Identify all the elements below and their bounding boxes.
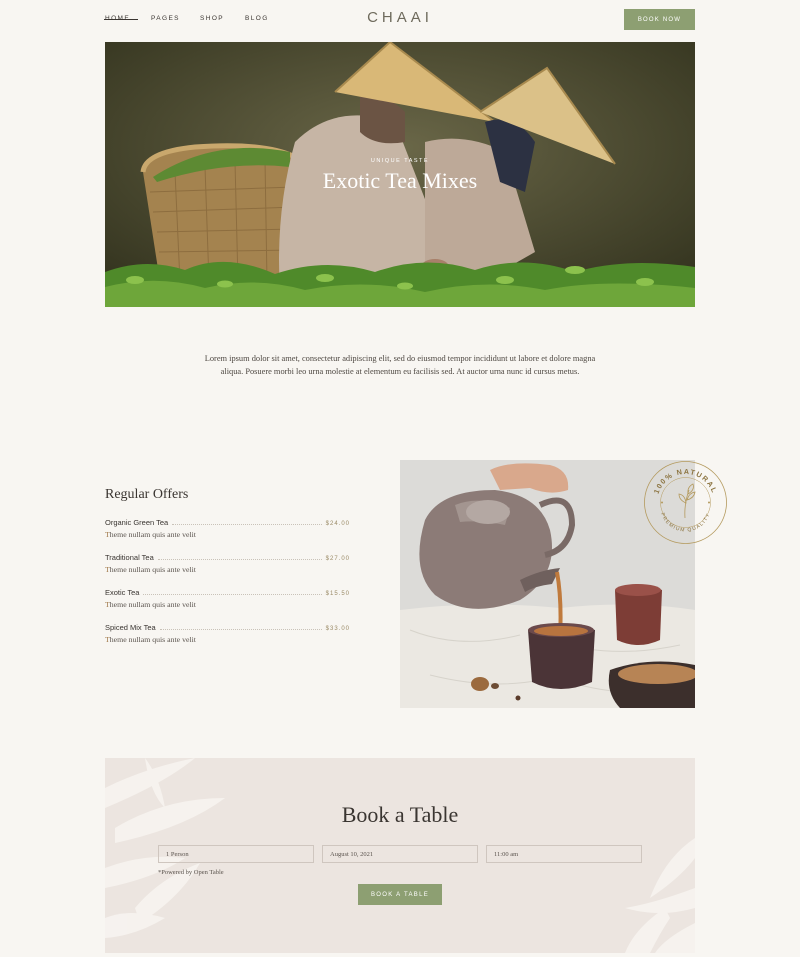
offer-item: Traditional Tea $27.00 Theme nullam quis… [105, 553, 350, 574]
book-table-section: Book a Table 1 Person August 10, 2021 11… [105, 758, 695, 953]
offer-divider [172, 524, 322, 525]
offer-price: $24.00 [325, 521, 350, 527]
offer-price: $33.00 [325, 626, 350, 632]
offer-description: Theme nullam quis ante velit [105, 600, 196, 609]
natural-quality-badge: 100% NATURAL PREMIUM QUALITY [644, 461, 727, 544]
intro-text: Lorem ipsum dolor sit amet, consectetur … [204, 354, 596, 376]
offer-name: Exotic Tea [105, 588, 140, 597]
offer-name: Spiced Mix Tea [105, 623, 156, 632]
party-size-select[interactable]: 1 Person [158, 845, 314, 863]
offer-divider [157, 559, 322, 560]
offers-title: Regular Offers [105, 487, 189, 502]
book-now-button[interactable]: Book Now [624, 9, 695, 30]
offer-name: Organic Green Tea [105, 518, 169, 527]
badge-bottom-text: PREMIUM QUALITY [659, 512, 710, 534]
time-select[interactable]: 11:00 am [486, 845, 642, 863]
badge-top-text: 100% NATURAL [652, 467, 718, 495]
offer-description: Theme nullam quis ante velit [105, 530, 196, 539]
offer-item: Spiced Mix Tea $33.00 Theme nullam quis … [105, 623, 350, 644]
date-picker[interactable]: August 10, 2021 [322, 845, 478, 863]
book-table-button[interactable]: Book a Table [358, 884, 442, 905]
svg-text:100% NATURAL: 100% NATURAL [652, 467, 720, 495]
powered-by-text: *Powered by Open Table [158, 869, 224, 876]
offer-item: Organic Green Tea $24.00 Theme nullam qu… [105, 518, 350, 539]
offer-divider [143, 594, 322, 595]
booking-title: Book a Table [341, 802, 459, 827]
hero-banner: Unique Taste Exotic Tea Mixes [105, 42, 695, 307]
leaf-icon [678, 483, 696, 519]
offer-price: $15.50 [325, 591, 350, 597]
site-header: Home Pages Shop Blog CHAAI Book Now [0, 0, 800, 42]
offer-price: $27.00 [325, 556, 350, 562]
offer-name: Traditional Tea [105, 553, 154, 562]
offer-item: Exotic Tea $15.50 Theme nullam quis ante… [105, 588, 350, 609]
svg-text:PREMIUM QUALITY: PREMIUM QUALITY [659, 512, 712, 534]
hero-title: Exotic Tea Mixes [322, 168, 478, 193]
offer-description: Theme nullam quis ante velit [105, 635, 196, 644]
hero-subtitle: Unique Taste [370, 158, 430, 164]
offer-divider [159, 629, 322, 630]
offer-description: Theme nullam quis ante velit [105, 565, 196, 574]
